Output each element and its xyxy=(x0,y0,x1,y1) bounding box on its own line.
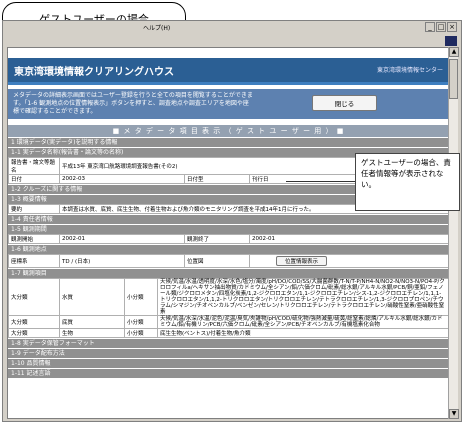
minor-value: 天候/気温/水深/水温/泥色/泥温/臭気/夾雑物/pH/COD/硫化物/強熱減量… xyxy=(157,315,449,329)
close-page-button[interactable]: 閉じる xyxy=(312,95,377,111)
scroll-thumb[interactable] xyxy=(449,59,458,99)
section-1-6-header: 1-6 観測地点 xyxy=(8,244,449,254)
table-row: 座標系 TD / (日本) 位置図 位置情報表示 xyxy=(8,254,449,268)
major-value: 水質 xyxy=(59,278,125,316)
date-type-label: 日付型 xyxy=(184,174,250,184)
location-table: 座標系 TD / (日本) 位置図 位置情報表示 xyxy=(8,254,449,268)
minor-label: 小分類 xyxy=(124,328,158,338)
section-1-4-header: 1-4 責任者情報 xyxy=(8,214,449,224)
table-row: 大分類 水質 小分類 天候/気温/水温/透明度/水深/水色/塩分/濁度/pH/D… xyxy=(8,278,449,316)
period-table: 観測開始 2002-01 観測終了 2002-01 xyxy=(8,234,449,244)
start-value: 2002-01 xyxy=(59,234,185,244)
minor-value: 底生生物(ベントス)/付着生物/魚介類 xyxy=(157,328,449,338)
position-cell: 位置情報表示 xyxy=(249,254,449,268)
table-row: 大分類 生物 小分類 底生生物(ベントス)/付着生物/魚介類 xyxy=(8,328,449,338)
page-viewport: 東京湾環境情報クリアリングハウス 東京湾環境情報センター メタデータの詳細表示画… xyxy=(7,47,450,419)
section-1-5-header: 1-5 観測期間 xyxy=(8,224,449,234)
scroll-up-icon[interactable]: ▲ xyxy=(449,47,459,57)
minimize-button[interactable]: _ xyxy=(425,22,435,32)
scroll-down-icon[interactable]: ▼ xyxy=(449,409,459,419)
title-bar: ヘルプ(H) _ □ × xyxy=(3,21,461,37)
help-menu[interactable]: ヘルプ(H) xyxy=(143,23,170,32)
window-controls: _ □ × xyxy=(425,22,457,32)
end-value: 2002-01 xyxy=(249,234,449,244)
minor-label: 小分類 xyxy=(124,315,158,329)
metadata-section-title: ■ メ タ デ ー タ 項 目 表 示 （ ゲ ス ト ユ ー ザ ー 用 ） … xyxy=(8,125,449,137)
position-info-button[interactable]: 位置情報表示 xyxy=(276,256,328,266)
section-1-11-header: 1-11 記述言語 xyxy=(8,368,449,378)
date-value: 2002-03 xyxy=(59,174,185,184)
major-value: 底質 xyxy=(59,315,125,329)
responsible-info-callout-text: ゲストユーザーの場合、責任者情報等が表示されない。 xyxy=(361,158,451,189)
minor-label: 小分類 xyxy=(124,278,158,316)
section-1-header: 1 環境データ(実データ)を説明する情報 xyxy=(8,137,449,147)
start-label: 観測開始 xyxy=(8,234,60,244)
major-value: 生物 xyxy=(59,328,125,338)
coord-label: 座標系 xyxy=(8,254,60,268)
browser-logo-icon xyxy=(445,36,457,46)
coord-value: TD / (日本) xyxy=(59,254,185,268)
summary-label: 要約 xyxy=(8,204,60,214)
report-title-label: 報告書・論文等題名 xyxy=(8,157,60,175)
minor-value: 天候/気温/水温/透明度/水深/水色/塩分/濁度/pH/DO/COD/SS/大腸… xyxy=(157,278,449,316)
maximize-button[interactable]: □ xyxy=(436,22,446,32)
site-title: 東京湾環境情報クリアリングハウス xyxy=(14,67,174,78)
section-1-8-header: 1-8 実データ保管フォーマット xyxy=(8,338,449,348)
center-logo: 東京湾環境情報センター xyxy=(376,67,443,74)
end-label: 観測終了 xyxy=(184,234,250,244)
section-1-9-header: 1-9 データ配布方法 xyxy=(8,348,449,358)
close-window-button[interactable]: × xyxy=(447,22,457,32)
responsible-info-callout: ゲストユーザーの場合、責任者情報等が表示されない。 xyxy=(355,153,460,211)
section-1-7-header: 1-7 観測項目 xyxy=(8,268,449,278)
browser-window: ヘルプ(H) _ □ × 東京湾環境情報クリアリングハウス 東京湾環境情報センタ… xyxy=(2,20,462,422)
vertical-scrollbar[interactable]: ▲ ▼ xyxy=(448,47,459,419)
site-banner: 東京湾環境情報クリアリングハウス 東京湾環境情報センター xyxy=(8,58,449,85)
position-label: 位置図 xyxy=(184,254,250,268)
major-label: 大分類 xyxy=(8,328,60,338)
table-row: 観測開始 2002-01 観測終了 2002-01 xyxy=(8,234,449,244)
major-label: 大分類 xyxy=(8,315,60,329)
table-row: 大分類 底質 小分類 天候/気温/水深/水温/泥色/泥温/臭気/夾雑物/pH/C… xyxy=(8,315,449,329)
date-label: 日付 xyxy=(8,174,60,184)
notice-text: メタデータの詳細表示画面ではユーザー登録を行うと全ての項目を閲覧することができま… xyxy=(13,92,253,115)
callout-pointer-line xyxy=(286,181,356,182)
items-table: 大分類 水質 小分類 天候/気温/水温/透明度/水深/水色/塩分/濁度/pH/D… xyxy=(8,278,449,338)
section-1-10-header: 1-10 品質情報 xyxy=(8,358,449,368)
notice-panel: メタデータの詳細表示画面ではユーザー登録を行うと全ての項目を閲覧することができま… xyxy=(8,89,449,119)
major-label: 大分類 xyxy=(8,278,60,316)
